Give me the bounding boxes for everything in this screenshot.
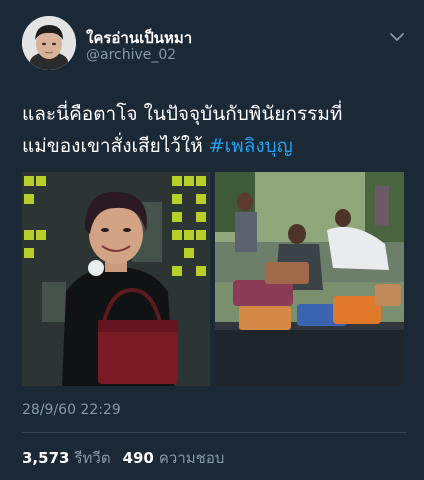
tweet-card: ใครอ่านเป็นหมา @archive_02 และนี่คือตาโจ… [0,0,424,480]
tweet-photo-right[interactable] [215,172,404,386]
tweet-timestamp[interactable]: 28/9/60 22:29 [22,402,121,418]
likes-count: 490 [122,449,154,467]
tweet-text-line-1: และนี่คือตาโจ ในปัจจุบันกับพินัยกรรมที่ [22,103,343,125]
likes-stat[interactable]: 490 ความชอบ [123,449,225,467]
chevron-down-icon[interactable] [389,28,405,41]
tweet-text-line-2-body: แม่ของเขาสั่งเสียไว้ให้ [22,135,209,157]
likes-label: ความชอบ [158,449,225,467]
avatar-image [22,16,76,70]
tweet-text-line-2: แม่ของเขาสั่งเสียไว้ให้ #เพลิงบุญ [22,130,412,162]
avatar[interactable] [22,16,76,70]
hashtag-link[interactable]: #เพลิงบุญ [209,135,293,157]
tweet-text: และนี่คือตาโจ ในปัจจุบันกับพินัยกรรมที่ … [22,98,412,162]
divider [22,432,407,433]
retweets-count: 3,573 [22,449,70,467]
retweets-label: รีทวีต [74,449,111,467]
engagement-stats: 3,573 รีทวีต 490 ความชอบ [22,446,224,470]
retweets-stat[interactable]: 3,573 รีทวีต [22,449,111,467]
tweet-photo-left[interactable] [22,172,210,386]
user-handle[interactable]: @archive_02 [86,47,176,63]
